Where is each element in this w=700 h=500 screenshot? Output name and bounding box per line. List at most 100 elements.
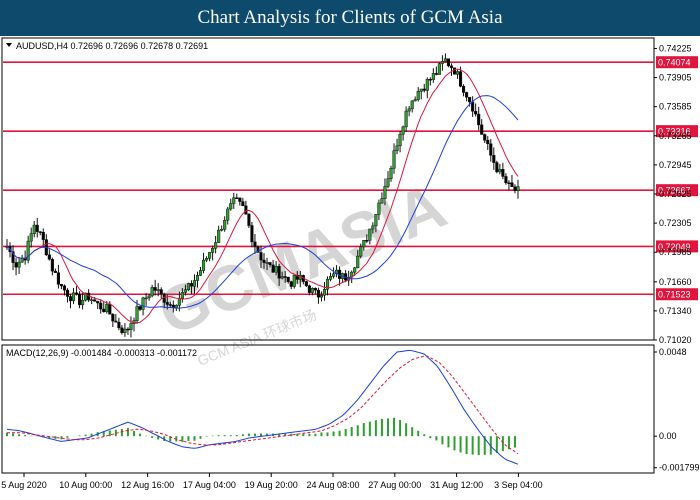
candle-body	[78, 293, 82, 306]
candle-body	[292, 274, 296, 287]
candle-body	[32, 224, 36, 234]
candle-body	[129, 323, 133, 330]
candle-body	[507, 182, 511, 185]
y-tick-label: 0.71985	[659, 247, 692, 257]
candle-body	[277, 266, 281, 279]
x-tick-label: 5 Aug 2020	[1, 480, 47, 490]
candle-body	[111, 313, 115, 322]
candle-body	[177, 298, 181, 306]
candle-body	[465, 92, 469, 98]
candle-body	[386, 178, 390, 187]
candle-body	[322, 289, 327, 296]
candle-body	[328, 276, 333, 280]
candle-body	[195, 275, 200, 281]
x-tick-label: 12 Aug 16:00	[121, 480, 174, 490]
x-tick-label: 27 Aug 00:00	[368, 480, 421, 490]
candle-body	[371, 225, 375, 230]
candle-body	[226, 208, 230, 221]
candle-body	[422, 88, 426, 91]
y-tick-label: 0.71340	[659, 306, 692, 316]
candle-body	[105, 304, 109, 313]
candle-body	[93, 299, 97, 302]
candle-body	[380, 198, 384, 204]
candle-body	[180, 292, 184, 299]
candle-body	[126, 328, 130, 331]
candle-body	[510, 182, 514, 188]
candle-body	[398, 133, 402, 147]
candle-body	[474, 111, 478, 115]
candle-body	[183, 289, 187, 293]
candle-body	[413, 99, 417, 102]
candle-body	[138, 306, 142, 310]
macd-y-tick-label: 0.0048	[659, 347, 687, 357]
candle-body	[401, 126, 405, 135]
candle-body	[41, 231, 45, 240]
candle-body	[404, 110, 408, 128]
candle-body	[425, 78, 429, 91]
candle-body	[265, 262, 269, 264]
x-tick-label: 17 Aug 04:00	[183, 480, 236, 490]
candle-body	[271, 264, 275, 273]
candle-body	[446, 58, 451, 67]
y-tick-label: 0.71020	[659, 335, 692, 345]
candle-body	[310, 288, 314, 293]
candle-body	[168, 304, 172, 306]
candle-body	[283, 276, 287, 278]
candle-body	[17, 261, 21, 268]
candle-body	[319, 294, 324, 298]
candle-body	[304, 281, 308, 287]
candle-body	[440, 61, 444, 64]
candle-body	[223, 219, 227, 230]
candle-body	[96, 301, 100, 304]
candle-body	[274, 266, 278, 273]
candle-body	[419, 88, 423, 92]
candle-body	[71, 292, 76, 302]
candle-body	[486, 139, 490, 145]
candle-body	[416, 91, 420, 100]
candle-body	[29, 233, 33, 242]
candle-body	[59, 284, 63, 287]
candle-body	[513, 186, 517, 191]
x-tick-label: 3 Sep 04:00	[494, 480, 543, 490]
candle-body	[374, 214, 378, 227]
candle-body	[62, 285, 66, 291]
candle-body	[253, 241, 257, 248]
candle-body	[383, 186, 387, 199]
candle-body	[99, 302, 103, 310]
candle-body	[217, 229, 221, 243]
candle-body	[280, 276, 284, 279]
candle-body	[192, 280, 197, 287]
candle-body	[53, 270, 57, 273]
candle-body	[208, 252, 212, 259]
candle-body	[229, 203, 233, 210]
candle-body	[501, 169, 505, 177]
candle-body	[220, 229, 224, 231]
candle-body	[492, 155, 496, 163]
y-tick-label: 0.72945	[659, 160, 692, 170]
candle-body	[468, 96, 472, 103]
y-tick-label: 0.73265	[659, 131, 692, 141]
y-tick-label: 0.71660	[659, 277, 692, 287]
y-tick-label: 0.74225	[659, 43, 692, 53]
candle-body	[449, 65, 454, 69]
candle-body	[68, 296, 73, 302]
candle-body	[359, 246, 363, 257]
candle-body	[480, 124, 484, 135]
candle-body	[117, 321, 121, 329]
candle-body	[498, 169, 502, 173]
candle-body	[38, 231, 42, 233]
candle-body	[286, 276, 290, 282]
candle-body	[244, 205, 248, 215]
candle-body	[316, 289, 320, 298]
candle-body	[156, 289, 160, 291]
candle-body	[353, 267, 357, 273]
chart-area: GCMASIA GCM ASIA 环球市场 AUDUSD,H4 0.72696 …	[0, 36, 700, 500]
candle-body	[516, 186, 520, 191]
candle-body	[114, 320, 118, 323]
candle-body	[247, 213, 251, 226]
candle-body	[368, 228, 372, 241]
x-tick-label: 19 Aug 20:00	[245, 480, 298, 490]
candle-body	[81, 299, 85, 306]
candle-body	[47, 254, 51, 260]
candle-body	[165, 302, 169, 305]
